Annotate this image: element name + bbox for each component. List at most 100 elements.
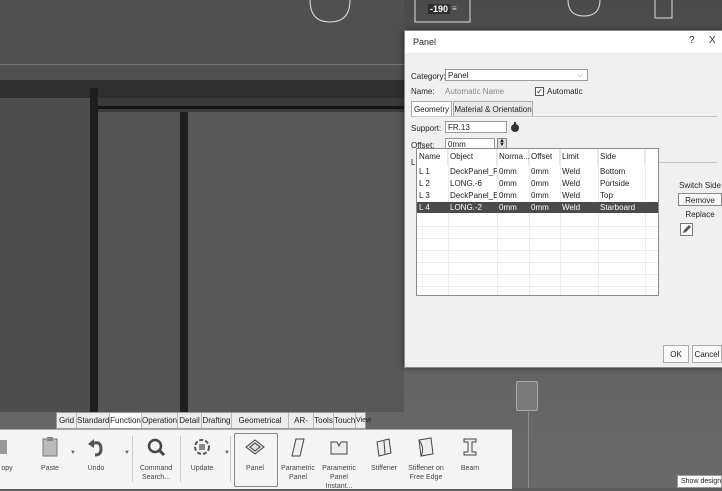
action-ribbon: opy Paste ▼ Undo ▼ Command Search... Upd… (0, 429, 512, 490)
beam-button[interactable]: Beam (450, 432, 490, 488)
table-row-selected[interactable]: L 4 LONG.-2 0mm 0mm Weld Starboard (417, 202, 658, 213)
table-row[interactable]: L 2 LONG.-6 0mm 0mm Weld Portside (417, 178, 658, 189)
dimension-label: -190 (428, 4, 451, 14)
name-value: Automatic Name (445, 87, 505, 96)
viewport-plate-left (0, 98, 90, 412)
undo-label: Undo (87, 465, 105, 472)
stiffener-icon (373, 436, 395, 458)
viewport-plate-2 (188, 112, 404, 412)
update-button[interactable]: Update (182, 432, 222, 488)
beam-label: Beam (460, 465, 480, 472)
cell-limit: Weld (562, 179, 581, 188)
cell-name: L 2 (419, 179, 430, 188)
tab-grid[interactable]: Grid (57, 413, 77, 428)
cell-normal: 0mm (499, 191, 517, 200)
support-label: Support: (411, 124, 442, 133)
show-design-popup[interactable]: Show design (677, 475, 722, 488)
table-row[interactable]: L 1 DeckPanel_Pe... 0mm 0mm Weld Bottom (417, 166, 658, 177)
tab-drafting[interactable]: Drafting (202, 413, 232, 428)
viewport-sketch-lines (309, 0, 673, 23)
parametric-panel-icon (287, 436, 309, 458)
remove-button[interactable]: Remove (678, 193, 722, 206)
cell-side: Starboard (600, 203, 636, 212)
column-header-limit[interactable]: Limit (560, 149, 598, 165)
column-header-object[interactable]: Object (448, 149, 497, 165)
tab-geometry[interactable]: Geometry (411, 101, 452, 116)
beam-icon (459, 436, 481, 458)
category-label: Category: (411, 72, 446, 81)
cancel-button[interactable]: Cancel (692, 345, 722, 363)
tab-touch[interactable]: Touch (334, 413, 356, 428)
limits-table: Name Object Norma... Offset Limit Side L… (416, 148, 659, 296)
tab-material-orientation[interactable]: Material & Orientation (453, 101, 533, 116)
stiffener-label: Stiffener (371, 465, 397, 472)
compass-marker[interactable] (516, 381, 538, 411)
cell-name: L 4 (419, 203, 430, 212)
copy-button[interactable]: opy (0, 432, 14, 488)
automatic-checkbox[interactable]: ✓ (535, 87, 544, 96)
close-button[interactable]: X (709, 35, 716, 46)
category-value: Panel (448, 71, 469, 80)
stiffener-free-edge-button[interactable]: Stiffener on Free Edge (404, 432, 448, 488)
stiffener-free-edge-icon (415, 436, 437, 458)
tab-function[interactable]: Function (110, 413, 142, 428)
compass-line (528, 409, 529, 488)
undo-icon (85, 436, 107, 458)
tab-divider (411, 116, 717, 117)
panel-label: Panel (246, 465, 264, 472)
parametric-panel-instant-label: Parametric Panel Instant... (322, 465, 356, 490)
cell-side: Top (600, 191, 613, 200)
dialog-titlebar[interactable]: Panel ? X (405, 31, 722, 53)
table-row[interactable]: L 3 DeckPanel_En... 0mm 0mm Weld Top (417, 190, 658, 201)
tab-detail[interactable]: Detail (178, 413, 202, 428)
category-select[interactable]: Panel ⌵ (445, 69, 588, 81)
viewport-beam-left (90, 88, 98, 418)
copy-label: opy (1, 465, 13, 472)
stiffener-button[interactable]: Stiffener (364, 432, 404, 488)
ok-button[interactable]: OK (663, 345, 689, 363)
cell-limit: Weld (562, 191, 581, 200)
column-header-name[interactable]: Name (417, 149, 448, 165)
tab-operation[interactable]: Operation (142, 413, 178, 428)
viewport-plate-1 (98, 112, 180, 412)
viewport-frame-top (92, 98, 404, 112)
paste-label: Paste (41, 465, 59, 472)
paste-icon (39, 436, 61, 458)
support-field[interactable]: FR.13 (445, 121, 507, 133)
cell-normal: 0mm (499, 179, 517, 188)
help-button[interactable]: ? (689, 35, 695, 46)
command-search-label: Command Search... (139, 465, 173, 481)
command-search-button[interactable]: Command Search... (136, 432, 176, 488)
viewport-edge-line (0, 64, 404, 65)
paste-dropdown-icon[interactable]: ▼ (70, 450, 76, 456)
cell-normal: 0mm (499, 167, 517, 176)
search-icon (145, 436, 167, 458)
column-header-normal[interactable]: Norma... (497, 149, 530, 165)
tab-ar-vr[interactable]: AR-VR (289, 413, 314, 440)
column-header-side[interactable]: Side (598, 149, 645, 165)
dimension-suffix: ≡ (452, 4, 457, 13)
viewport-frame-line (92, 106, 404, 109)
tab-standard[interactable]: Standard (77, 413, 110, 428)
undo-dropdown-icon[interactable]: ▼ (124, 450, 130, 456)
column-header-offset[interactable]: Offset (529, 149, 560, 165)
tab-tools[interactable]: Tools (314, 413, 334, 428)
paste-button[interactable]: Paste (32, 432, 68, 488)
pencil-icon[interactable] (680, 223, 693, 236)
stiffener-free-edge-label: Stiffener on Free Edge (408, 465, 444, 481)
panel-button[interactable]: Panel (235, 432, 275, 488)
update-icon (191, 436, 213, 458)
cell-offset: 0mm (531, 179, 549, 188)
cell-side: Bottom (600, 167, 626, 176)
replace-button[interactable]: Replace (678, 208, 722, 221)
parametric-panel-instant-button[interactable]: Parametric Panel Instant... (316, 432, 362, 490)
dialog-title: Panel (413, 37, 437, 47)
undo-button[interactable]: Undo (78, 432, 114, 488)
tab-view[interactable]: View (356, 413, 371, 428)
panel-dialog: Panel ? X Category: Panel ⌵ Name: Automa… (404, 30, 722, 368)
switch-side-button[interactable]: Switch Side (678, 179, 722, 192)
tab-geometrical-tools[interactable]: Geometrical Tools (232, 413, 289, 440)
parametric-panel-button[interactable]: Parametric Panel (278, 432, 318, 488)
viewport-beam-middle (180, 112, 188, 412)
support-selector-icon[interactable] (509, 121, 521, 133)
